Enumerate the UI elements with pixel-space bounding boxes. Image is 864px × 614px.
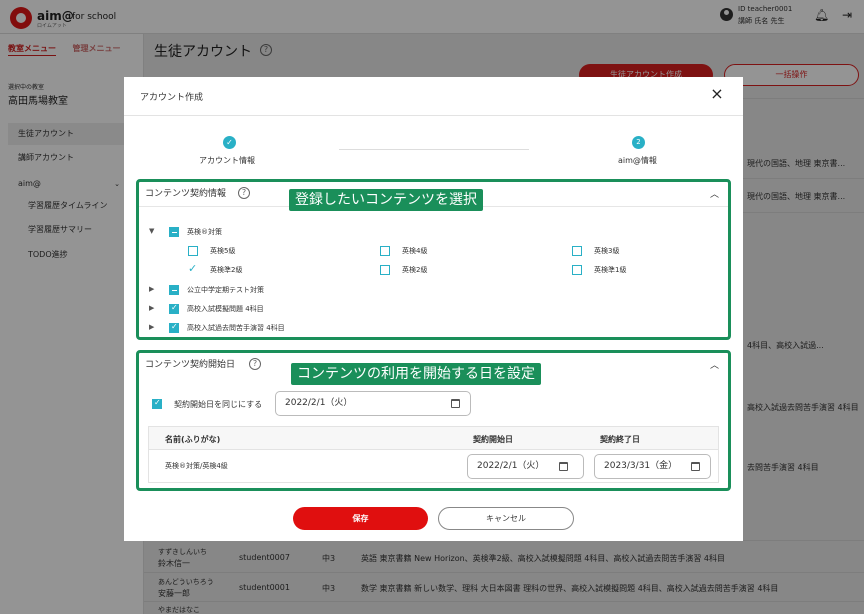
modal-title: アカウント作成 (140, 93, 204, 103)
common-start-date-value: 2022/2/1（火） (285, 398, 353, 408)
junior-high-test-label: 公立中学定期テスト対策 (187, 286, 264, 294)
section-title: コンテンツ契約開始日 (145, 360, 236, 370)
caret-right-icon[interactable]: ▶ (149, 285, 154, 293)
eiken4-label: 英検4級 (402, 247, 428, 255)
eiken5-checkbox[interactable] (188, 246, 198, 256)
step-complete-check-icon: ✓ (223, 136, 236, 149)
eiken-pre2-checkbox[interactable] (188, 262, 198, 275)
junior-high-test-checkbox[interactable] (169, 285, 179, 295)
section-title: コンテンツ契約情報 (145, 189, 227, 199)
account-create-modal: アカウント作成 × ✓ アカウント情報 2 aim@情報 コンテンツ契約情報 ?… (124, 77, 743, 541)
caret-right-icon[interactable]: ▶ (149, 323, 154, 331)
same-start-date-checkbox[interactable] (152, 398, 162, 409)
eiken3-label: 英検3級 (594, 247, 620, 255)
caret-down-icon[interactable]: ▼ (149, 227, 154, 235)
step-label-aim-info: aim@情報 (618, 156, 657, 165)
eiken2-checkbox[interactable] (380, 265, 390, 275)
eiken4-checkbox[interactable] (380, 246, 390, 256)
step-number-icon: 2 (632, 136, 645, 149)
eiken5-label: 英検5級 (210, 247, 236, 255)
stepper-line (339, 149, 529, 150)
col-name-header: 名前(ふりがな) (165, 435, 221, 444)
caret-right-icon[interactable]: ▶ (149, 304, 154, 312)
calendar-icon[interactable] (451, 399, 460, 408)
chevron-up-icon[interactable]: ︿ (710, 187, 719, 200)
calendar-icon[interactable] (559, 462, 568, 471)
eiken-pre1-checkbox[interactable] (572, 265, 582, 275)
eiken-pre1-label: 英検準1級 (594, 266, 627, 274)
close-icon[interactable]: × (709, 86, 725, 102)
start-date-value: 2022/2/1（火） (477, 461, 545, 471)
content-name: 英検®対策/英検4級 (165, 462, 228, 470)
eiken-pre2-label: 英検準2級 (210, 266, 243, 274)
step-label-account-info: アカウント情報 (199, 156, 255, 165)
callout-set-start-date: コンテンツの利用を開始する日を設定 (291, 363, 541, 385)
chevron-up-icon[interactable]: ︿ (710, 358, 719, 371)
same-start-date-label: 契約開始日を同じにする (174, 400, 263, 409)
table-row: 英検®対策/英検4級 2022/2/1（火） 2023/3/31（金） (148, 450, 719, 483)
end-date-input[interactable]: 2023/3/31（金） (594, 454, 711, 479)
past-exam-checkbox[interactable] (169, 322, 179, 333)
col-start-header: 契約開始日 (473, 435, 513, 444)
common-start-date-input[interactable]: 2022/2/1（火） (275, 391, 471, 416)
past-exam-label: 高校入試過去問苦手演習 4科目 (187, 324, 285, 332)
modal-divider (124, 115, 743, 116)
end-date-value: 2023/3/31（金） (604, 461, 678, 471)
contract-info-section: コンテンツ契約情報 ? ︿ 登録したいコンテンツを選択 ▼ 英検®対策 英検5級… (136, 179, 731, 340)
calendar-icon[interactable] (691, 462, 700, 471)
mock-exam-checkbox[interactable] (169, 303, 179, 314)
save-button[interactable]: 保存 (293, 507, 428, 530)
table-header: 名前(ふりがな) 契約開始日 契約終了日 (148, 426, 719, 450)
eiken-group-label: 英検®対策 (187, 228, 222, 236)
contract-start-section: コンテンツ契約開始日 ? ︿ コンテンツの利用を開始する日を設定 契約開始日を同… (136, 350, 731, 491)
help-icon[interactable]: ? (238, 187, 250, 199)
help-icon[interactable]: ? (249, 358, 261, 370)
col-end-header: 契約終了日 (600, 435, 640, 444)
eiken2-label: 英検2級 (402, 266, 428, 274)
eiken-group-checkbox[interactable] (169, 227, 179, 237)
mock-exam-label: 高校入試模擬問題 4科目 (187, 305, 264, 313)
cancel-button[interactable]: キャンセル (438, 507, 574, 530)
callout-select-content: 登録したいコンテンツを選択 (289, 189, 483, 211)
eiken3-checkbox[interactable] (572, 246, 582, 256)
start-date-input[interactable]: 2022/2/1（火） (467, 454, 584, 479)
